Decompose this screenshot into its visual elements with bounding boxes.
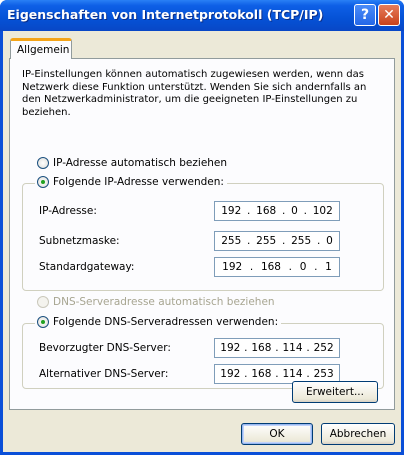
subnet-mask-label: Subnetzmaske: (39, 235, 120, 247)
ip-manual-radio[interactable] (37, 176, 49, 188)
octet: 255 (221, 235, 242, 247)
help-icon: ? (360, 7, 370, 23)
help-button[interactable]: ? (354, 4, 376, 26)
octet: 0 (299, 261, 307, 273)
octet: 252 (313, 342, 334, 354)
tab-label: Allgemein (17, 44, 70, 56)
ip-manual-label: Folgende IP-Adresse verwenden: (53, 176, 224, 188)
octet: 168 (251, 342, 272, 354)
close-icon: ✕ (383, 7, 395, 23)
preferred-dns-label: Bevorzugter DNS-Server: (39, 342, 171, 354)
octet: 0 (291, 205, 298, 217)
dialog-window: Eigenschaften von Internetprotokoll (TCP… (0, 0, 404, 455)
tab-allgemein[interactable]: Allgemein (10, 38, 72, 59)
title-bar[interactable]: Eigenschaften von Internetprotokoll (TCP… (0, 0, 404, 31)
octet: 253 (313, 368, 334, 380)
dns-manual-radio[interactable] (37, 316, 49, 328)
octet: 114 (282, 368, 303, 380)
octet: 168 (251, 368, 272, 380)
intro-text: IP-Einstellungen können automatisch zuge… (22, 69, 367, 118)
octet: 168 (256, 205, 277, 217)
ip-auto-option[interactable]: IP-Adresse automatisch beziehen (37, 157, 227, 169)
preferred-dns-input[interactable]: 192. 168. 114. 252 (214, 338, 340, 358)
close-button[interactable]: ✕ (378, 4, 400, 26)
octet: 1 (325, 261, 332, 273)
octet: 255 (291, 235, 312, 247)
ip-address-label: IP-Adresse: (39, 205, 97, 217)
dns-auto-radio (37, 296, 49, 308)
octet: 102 (312, 205, 333, 217)
octet: 0 (326, 235, 333, 247)
cancel-button[interactable]: Abbrechen (321, 423, 395, 445)
ip-auto-radio[interactable] (37, 157, 49, 169)
window-title: Eigenschaften von Internetprotokoll (TCP… (7, 7, 324, 22)
dns-auto-label: DNS-Serveradresse automatisch beziehen (53, 296, 275, 308)
ok-button-label: OK (269, 428, 285, 440)
octet: 114 (282, 342, 303, 354)
dns-auto-option: DNS-Serveradresse automatisch beziehen (37, 296, 275, 308)
cancel-button-label: Abbrechen (329, 428, 387, 440)
tab-panel: IP-Einstellungen können automatisch zuge… (9, 58, 395, 410)
advanced-button-label: Erweitert... (306, 386, 364, 398)
alternate-dns-label: Alternativer DNS-Server: (39, 368, 169, 380)
dns-manual-label: Folgende DNS-Serveradressen verwenden: (53, 316, 279, 328)
octet: 168 (260, 261, 281, 273)
gateway-input[interactable]: 192. 168. 0. 1 (214, 257, 340, 277)
ip-address-input[interactable]: 192. 168. 0. 102 (214, 201, 340, 221)
octet: 192 (221, 205, 242, 217)
octet: 255 (256, 235, 277, 247)
octet: 192 (220, 342, 241, 354)
octet: 192 (220, 368, 241, 380)
advanced-button[interactable]: Erweitert... (292, 381, 378, 403)
dns-manual-option[interactable]: Folgende DNS-Serveradressen verwenden: (35, 316, 282, 328)
subnet-mask-input[interactable]: 255. 255. 255. 0 (214, 231, 340, 251)
octet: 192 (222, 261, 243, 273)
ip-manual-option[interactable]: Folgende IP-Adresse verwenden: (35, 176, 227, 188)
ip-auto-label: IP-Adresse automatisch beziehen (53, 157, 228, 169)
gateway-label: Standardgateway: (39, 261, 135, 273)
dialog-client: Allgemein IP-Einstellungen können automa… (3, 31, 401, 452)
ok-button[interactable]: OK (241, 423, 313, 445)
